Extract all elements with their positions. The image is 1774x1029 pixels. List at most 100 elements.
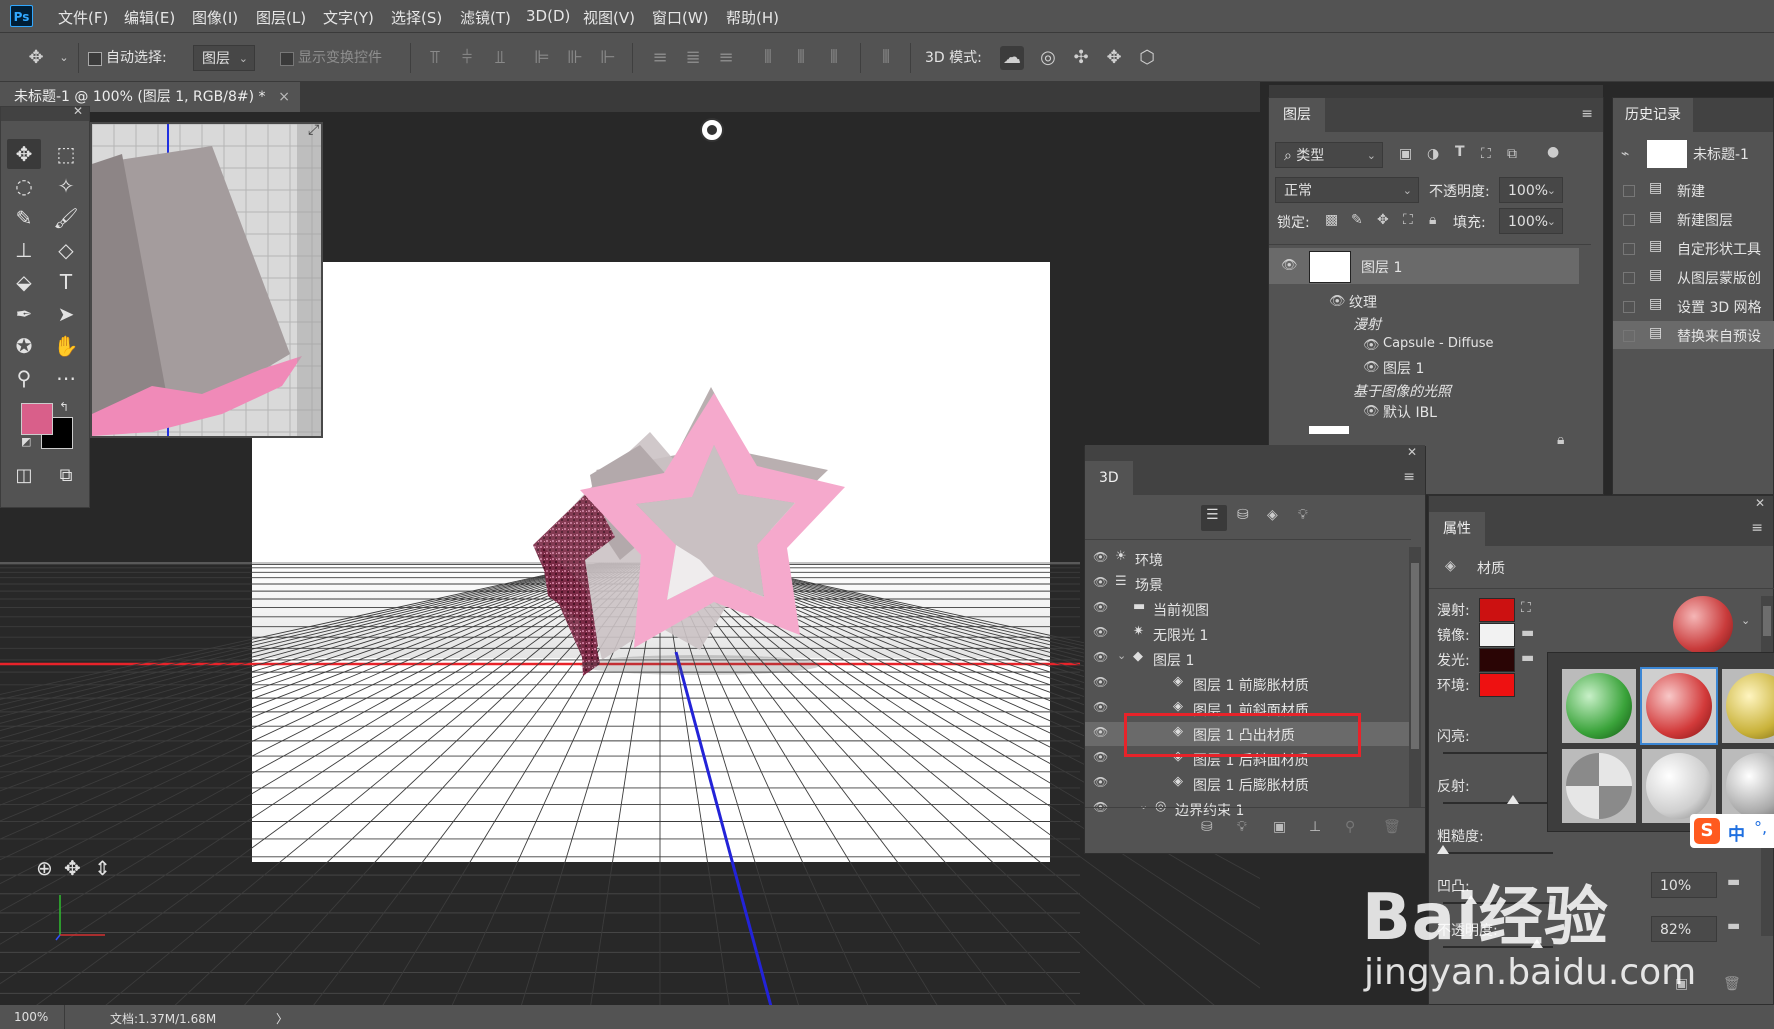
opacity-field[interactable]: 100% ⌄	[1499, 177, 1563, 203]
show-transform-checkbox[interactable]	[280, 52, 294, 66]
tree-item-3d[interactable]: 👁︎ ▬ 当前视图	[1085, 597, 1409, 621]
distribute-left-icon[interactable]: ⦀	[756, 46, 780, 70]
lock-position-icon[interactable]: ✥	[1377, 212, 1389, 228]
more-tools-icon[interactable]: ⋯	[49, 363, 83, 393]
tree-item-3d[interactable]: 👁︎ ☰ 场景	[1085, 572, 1409, 596]
visibility-eye-icon[interactable]: 👁︎	[1093, 550, 1108, 564]
close-toolbox-icon[interactable]: ✕	[73, 104, 83, 118]
tree-item-3d[interactable]: 👁︎ ☀ 环境	[1085, 547, 1409, 571]
sublayer-label[interactable]: 图层 1	[1383, 358, 1424, 378]
tab-properties[interactable]: 属性	[1429, 512, 1485, 546]
visibility-eye-icon[interactable]: 👁︎	[1093, 675, 1108, 689]
chevron-down-icon[interactable]: ⌄	[1117, 649, 1126, 662]
layer-filter-dropdown[interactable]: ⌕ 类型 ⌄	[1275, 142, 1383, 168]
light-filter-icon[interactable]: 💡︎	[1298, 507, 1308, 523]
move-tool-icon[interactable]: ✥	[24, 46, 48, 70]
distribute-vcenter-icon[interactable]: ≣	[681, 46, 705, 70]
history-brush-icon[interactable]: ⌁	[1621, 146, 1629, 162]
reflect-slider[interactable]	[1507, 795, 1519, 804]
texture-eye-icon[interactable]: 👁︎	[1329, 294, 1346, 309]
fill-field[interactable]: 100% ⌄	[1499, 208, 1563, 234]
tab-layers[interactable]: 图层	[1269, 98, 1325, 132]
filter-shape-icon[interactable]: ⛶	[1481, 146, 1491, 162]
zoom-level[interactable]: 100%	[14, 1010, 48, 1024]
visibility-eye-icon[interactable]: 👁︎	[1281, 258, 1298, 273]
visibility-eye-icon[interactable]: 👁︎	[1093, 575, 1108, 589]
distribute-bottom-icon[interactable]: ≡	[714, 46, 738, 70]
capsule-diffuse-label[interactable]: Capsule - Diffuse	[1383, 336, 1493, 351]
filter-type-icon[interactable]: T	[1455, 144, 1465, 160]
material-checker-icon[interactable]	[1566, 753, 1632, 819]
type-tool-icon[interactable]: T	[49, 267, 83, 297]
menu-type[interactable]: 文字(Y)	[323, 7, 374, 28]
diffuse-color-swatch[interactable]	[1479, 598, 1515, 622]
visibility-eye-icon[interactable]: 👁︎	[1093, 725, 1108, 739]
foreground-color-swatch[interactable]	[21, 403, 53, 435]
distribute-hcenter-icon[interactable]: ⦀	[789, 46, 813, 70]
menu-layer[interactable]: 图层(L)	[256, 7, 306, 28]
roll-3d-icon[interactable]: ◎	[1036, 46, 1060, 70]
sublayer-eye-icon[interactable]: 👁︎	[1363, 360, 1380, 375]
mesh-filter-icon[interactable]: ⛁	[1237, 507, 1249, 523]
roughness-slider[interactable]	[1437, 845, 1449, 854]
default-ibl-label[interactable]: 默认 IBL	[1383, 402, 1437, 422]
filter-toggle-icon[interactable]: ●	[1547, 144, 1559, 160]
tree-item-3d[interactable]: 👁︎ ◈ 图层 1 后膨胀材质	[1085, 772, 1409, 796]
history-item[interactable]: ▤ 新建图层	[1613, 205, 1774, 233]
filter-adjust-icon[interactable]: ◑	[1427, 146, 1439, 162]
visibility-eye-icon[interactable]: 👁︎	[1093, 775, 1108, 789]
align-bottom-icon[interactable]: ⫫	[488, 46, 512, 70]
blend-mode-dropdown[interactable]: 正常 ⌄	[1275, 177, 1419, 203]
layer-name[interactable]: 图层 1	[1361, 257, 1402, 277]
add-light-icon[interactable]: 💡︎	[1237, 819, 1247, 835]
align-right-icon[interactable]: ⊩	[596, 46, 620, 70]
visibility-eye-icon[interactable]: 👁︎	[1093, 650, 1108, 664]
marquee-tool-icon[interactable]: ⬚	[49, 139, 83, 169]
tree-item-3d[interactable]: 👁︎ ◆ 图层 1 ⌄	[1085, 647, 1409, 671]
distribute-top-icon[interactable]: ≡	[648, 46, 672, 70]
tree-item-3d[interactable]: 👁︎ ◈ 图层 1 前膨胀材质	[1085, 672, 1409, 696]
scale-3d-icon[interactable]: ⬡	[1135, 46, 1159, 70]
tree-item-3d[interactable]: 👁︎ ✷ 无限光 1	[1085, 622, 1409, 646]
align-top-icon[interactable]: ⫪	[423, 46, 447, 70]
menu-help[interactable]: 帮助(H)	[726, 7, 779, 28]
close-tab-icon[interactable]: ×	[278, 82, 290, 112]
menu-window[interactable]: 窗口(W)	[652, 7, 709, 28]
auto-select-checkbox[interactable]	[88, 52, 102, 66]
lock-pixels-icon[interactable]: ▩	[1325, 212, 1338, 228]
menu-image[interactable]: 图像(I)	[192, 7, 238, 28]
panel-menu-icon[interactable]: ≡	[1581, 106, 1593, 122]
lock-brush-icon[interactable]: ✎	[1351, 212, 1363, 228]
menu-view[interactable]: 视图(V)	[583, 7, 635, 28]
render-icon[interactable]: ▣	[1273, 819, 1286, 835]
chevron-down-icon[interactable]: ⌄	[52, 46, 76, 70]
eyedropper-icon[interactable]: ✎	[7, 203, 41, 233]
tree-item-3d[interactable]: 👁︎◎边界约束 1⌄	[1085, 797, 1409, 821]
menu-edit[interactable]: 编辑(E)	[124, 7, 175, 28]
hand-tool-icon[interactable]: ✋	[49, 331, 83, 361]
diffuse-texture-icon[interactable]: ⛶	[1521, 600, 1531, 616]
material-preview[interactable]	[1673, 596, 1733, 654]
snapshot-thumbnail[interactable]	[1647, 140, 1687, 168]
material-glass-icon[interactable]	[1646, 753, 1712, 819]
align-hcenter-icon[interactable]: ⊪	[563, 46, 587, 70]
glow-color-swatch[interactable]	[1479, 648, 1515, 672]
pen-tool-icon[interactable]: ✒	[7, 299, 41, 329]
ime-indicator[interactable]: S 中 °,	[1690, 814, 1774, 848]
stamp-tool-icon[interactable]: ⊥	[7, 235, 41, 265]
filter-smart-icon[interactable]: ⧉	[1507, 146, 1517, 162]
drag-3d-icon[interactable]: ✣	[1069, 46, 1093, 70]
panel-menu-icon[interactable]: ≡	[1751, 520, 1763, 536]
swap-colors-icon[interactable]: ↰	[59, 400, 69, 414]
ambient-color-swatch[interactable]	[1479, 673, 1515, 697]
history-item[interactable]: ▤ 从图层蒙版创	[1613, 263, 1774, 291]
snapshot-label[interactable]: 未标题-1	[1693, 144, 1749, 164]
align-left-icon[interactable]: ⊫	[530, 46, 554, 70]
auto-align-icon[interactable]: ⫴	[874, 46, 898, 70]
ibl-eye-icon[interactable]: 👁︎	[1363, 404, 1380, 419]
default-colors-icon[interactable]: ◩	[21, 435, 31, 448]
panel-menu-icon[interactable]: ≡	[1403, 469, 1415, 485]
auto-select-dropdown[interactable]: 图层 ⌄	[193, 45, 255, 71]
capsule-eye-icon[interactable]: 👁︎	[1363, 338, 1380, 353]
menu-select[interactable]: 选择(S)	[391, 7, 442, 28]
